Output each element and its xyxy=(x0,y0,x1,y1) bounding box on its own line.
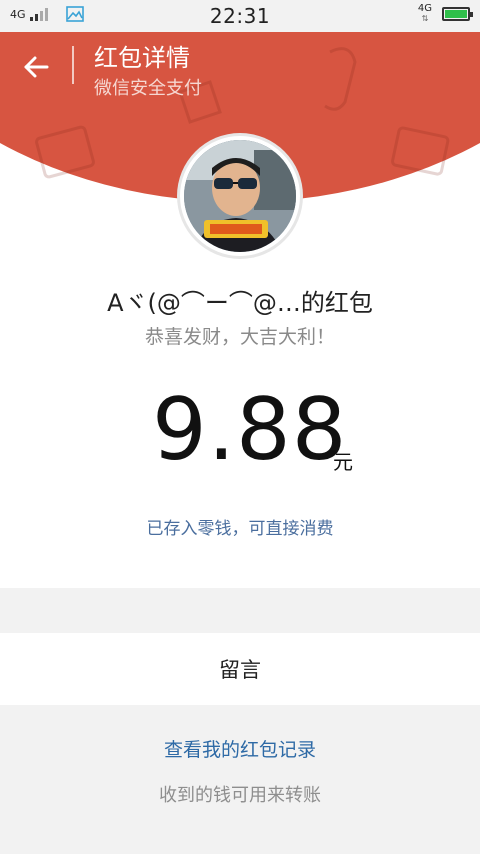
message-label: 留言 xyxy=(219,658,261,682)
avatar[interactable] xyxy=(180,136,300,256)
sender-name: Aヾ(@⌒ー⌒@…的红包 xyxy=(107,289,373,317)
deposit-notice-link[interactable]: 已存入零钱，可直接消费 xyxy=(0,514,480,539)
page-title: 红包详情 xyxy=(94,44,190,72)
header-divider xyxy=(72,46,74,84)
message-button[interactable]: 留言 xyxy=(0,633,480,705)
greeting-message: 恭喜发财，大吉大利！ xyxy=(144,326,335,348)
network-indicator: 4G ⇅ xyxy=(418,4,432,24)
transfer-note: 收到的钱可用来转账 xyxy=(159,785,321,806)
amount-section: 9.88 元 xyxy=(0,380,480,490)
battery-icon xyxy=(442,7,473,21)
amount-unit: 元 xyxy=(333,450,353,474)
status-bar: 4G 22:31 4G ⇅ xyxy=(0,0,480,32)
section-separator xyxy=(0,588,480,633)
red-packet-records-link[interactable]: 查看我的红包记录 xyxy=(0,735,480,762)
network-type-label-right: 4G xyxy=(417,3,432,14)
status-right: 4G ⇅ xyxy=(418,4,473,24)
data-arrows-icon: ⇅ xyxy=(421,14,429,23)
back-arrow-icon xyxy=(24,56,49,78)
amount-value: 9.88 xyxy=(152,380,348,480)
page-subtitle: 微信安全支付 xyxy=(94,78,202,99)
avatar-image xyxy=(184,140,296,252)
back-button[interactable] xyxy=(18,52,54,82)
clock: 22:31 xyxy=(209,4,271,28)
footer-area xyxy=(0,705,480,854)
